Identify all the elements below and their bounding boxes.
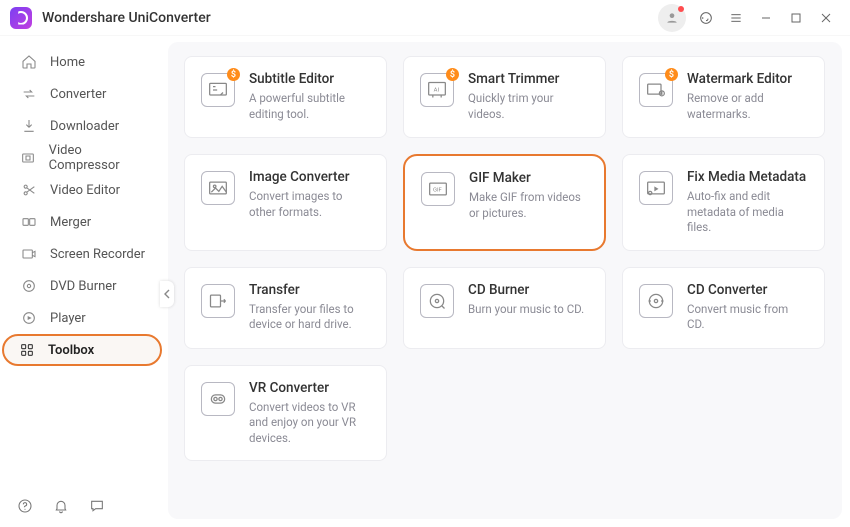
- sidebar-item-label: Toolbox: [48, 343, 94, 358]
- sidebar-item-label: Merger: [50, 215, 91, 230]
- sidebar-item-toolbox[interactable]: Toolbox: [2, 334, 162, 366]
- tool-card-watermark-editor[interactable]: $ Watermark Editor Remove or add watermark…: [622, 56, 825, 138]
- help-button[interactable]: [16, 497, 34, 515]
- tool-card-smart-trimmer[interactable]: AI$Smart TrimmerQuickly trim your videos…: [403, 56, 606, 138]
- sidebar-item-label: Screen Recorder: [50, 247, 145, 262]
- tool-title: Image Converter: [249, 169, 370, 185]
- vr-converter-icon: [201, 382, 235, 416]
- sidebar-item-label: Player: [50, 311, 86, 326]
- tool-title: Watermark Editor: [687, 71, 808, 87]
- title-bar: Wondershare UniConverter: [0, 0, 850, 36]
- tool-card-gif-maker[interactable]: GIF GIF Maker Make GIF from videos or pict…: [403, 154, 606, 251]
- tool-description: Transfer your files to device or hard dr…: [249, 302, 370, 333]
- transfer-icon: [201, 284, 235, 318]
- tool-title: CD Converter: [687, 282, 808, 298]
- account-button[interactable]: [658, 4, 686, 32]
- tool-description: Convert videos to VR and enjoy on your V…: [249, 400, 370, 447]
- tool-card-image-converter[interactable]: Image Converter Convert images to other f…: [184, 154, 387, 251]
- subtitle-editor-icon: $: [201, 73, 235, 107]
- maximize-button[interactable]: [782, 4, 810, 32]
- tool-title: VR Converter: [249, 380, 370, 396]
- tool-title: GIF Maker: [469, 170, 588, 186]
- grid-icon: [18, 341, 36, 359]
- tool-description: Quickly trim your videos.: [468, 91, 589, 122]
- smart-trimmer-icon: AI$: [420, 73, 454, 107]
- tool-card-vr-converter[interactable]: VR Converter Convert videos to VR and enj…: [184, 365, 387, 462]
- compress-icon: [20, 149, 37, 167]
- sidebar-item-label: Home: [50, 55, 85, 70]
- disc-icon: [20, 277, 38, 295]
- sidebar-item-merger[interactable]: Merger: [6, 206, 162, 238]
- sidebar-item-label: Converter: [50, 87, 106, 102]
- cd-burner-icon: [420, 284, 454, 318]
- tool-title: Subtitle Editor: [249, 71, 370, 87]
- paid-badge: $: [446, 68, 459, 81]
- sidebar-item-dvd-burner[interactable]: DVD Burner: [6, 270, 162, 302]
- sidebar-item-player[interactable]: Player: [6, 302, 162, 334]
- tool-title: Fix Media Metadata: [687, 169, 808, 185]
- menu-button[interactable]: [722, 4, 750, 32]
- paid-badge: $: [227, 68, 240, 81]
- svg-text:GIF: GIF: [433, 188, 443, 194]
- tool-description: Convert images to other formats.: [249, 189, 370, 220]
- sidebar-item-video-editor[interactable]: Video Editor: [6, 174, 162, 206]
- tool-description: Remove or add watermarks.: [687, 91, 808, 122]
- paid-badge: $: [665, 68, 678, 81]
- sidebar-collapse-handle[interactable]: [160, 281, 174, 307]
- tool-description: Auto-fix and edit metadata of media file…: [687, 189, 808, 236]
- sidebar-item-label: Video Editor: [50, 183, 120, 198]
- sidebar-item-converter[interactable]: Converter: [6, 78, 162, 110]
- tool-description: Make GIF from videos or pictures.: [469, 190, 588, 221]
- tool-card-transfer[interactable]: Transfer Transfer your files to device or…: [184, 267, 387, 349]
- sidebar-item-screen-recorder[interactable]: Screen Recorder: [6, 238, 162, 270]
- converter-icon: [20, 85, 38, 103]
- feedback-button[interactable]: [88, 497, 106, 515]
- tool-title: CD Burner: [468, 282, 584, 298]
- tool-title: Smart Trimmer: [468, 71, 589, 87]
- sidebar-item-downloader[interactable]: Downloader: [6, 110, 162, 142]
- tool-description: Convert music from CD.: [687, 302, 808, 333]
- svg-text:AI: AI: [434, 88, 440, 94]
- tool-card-fix-media-metadata[interactable]: Fix Media Metadata Auto-fix and edit meta…: [622, 154, 825, 251]
- sidebar-item-video-compressor[interactable]: Video Compressor: [6, 142, 162, 174]
- home-icon: [20, 53, 38, 71]
- image-converter-icon: [201, 171, 235, 205]
- watermark-editor-icon: $: [639, 73, 673, 107]
- notifications-button[interactable]: [52, 497, 70, 515]
- app-title: Wondershare UniConverter: [42, 10, 211, 26]
- download-icon: [20, 117, 38, 135]
- support-button[interactable]: [692, 4, 720, 32]
- tool-card-subtitle-editor[interactable]: $ Subtitle Editor A powerful subtitle edit…: [184, 56, 387, 138]
- cd-converter-icon: [639, 284, 673, 318]
- sidebar: Home Converter Downloader Video Compressor V…: [0, 36, 168, 527]
- scissors-icon: [20, 181, 38, 199]
- tool-title: Transfer: [249, 282, 370, 298]
- play-icon: [20, 309, 38, 327]
- sidebar-item-home[interactable]: Home: [6, 46, 162, 78]
- tool-description: A powerful subtitle editing tool.: [249, 91, 370, 122]
- sidebar-item-label: DVD Burner: [50, 279, 117, 294]
- record-icon: [20, 245, 38, 263]
- app-logo: [10, 7, 32, 29]
- fix-media-metadata-icon: [639, 171, 673, 205]
- merge-icon: [20, 213, 38, 231]
- tool-card-cd-converter[interactable]: CD Converter Convert music from CD.: [622, 267, 825, 349]
- minimize-button[interactable]: [752, 4, 780, 32]
- sidebar-item-label: Video Compressor: [49, 143, 148, 173]
- tool-description: Burn your music to CD.: [468, 302, 584, 318]
- sidebar-item-label: Downloader: [50, 119, 119, 134]
- tool-grid: $ Subtitle Editor A powerful subtitle edit…: [168, 56, 842, 461]
- main-panel: $ Subtitle Editor A powerful subtitle edit…: [168, 42, 842, 519]
- tool-card-cd-burner[interactable]: CD Burner Burn your music to CD.: [403, 267, 606, 349]
- gif-maker-icon: GIF: [421, 172, 455, 206]
- close-button[interactable]: [812, 4, 840, 32]
